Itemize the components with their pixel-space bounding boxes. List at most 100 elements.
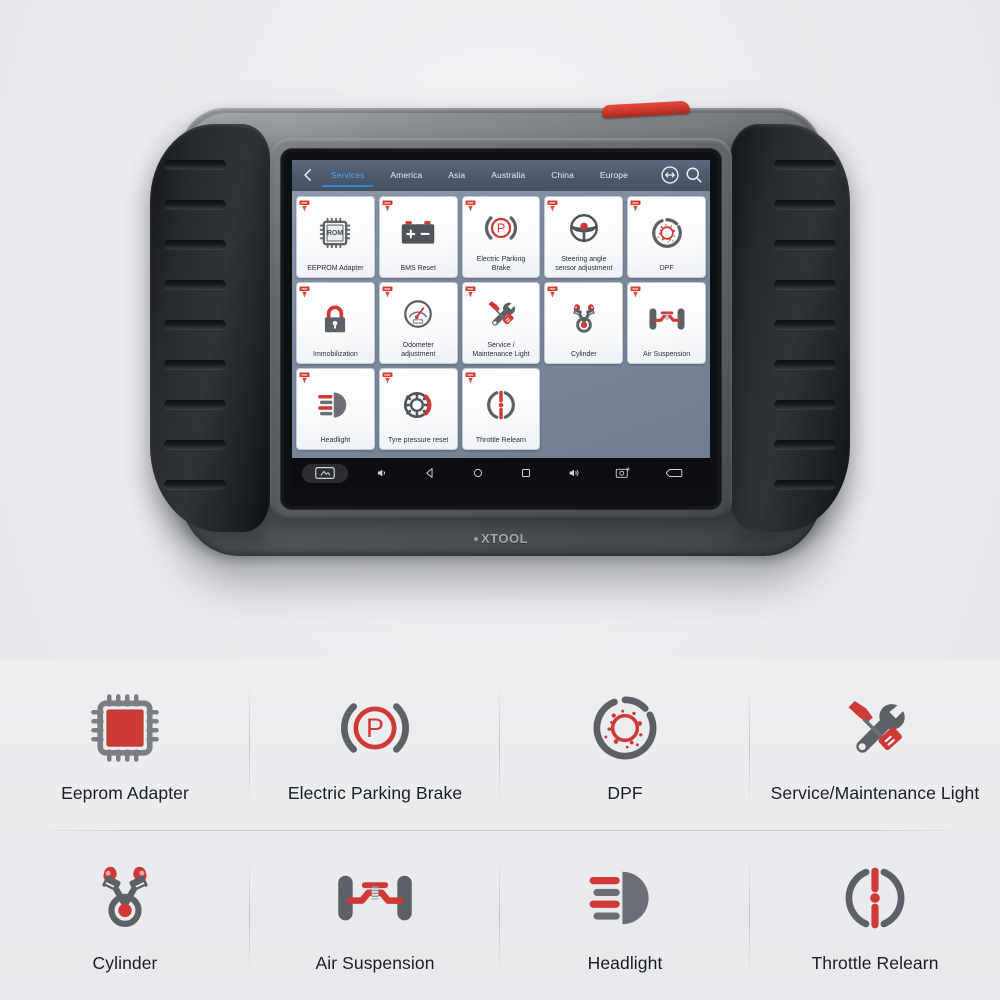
volume-down-icon[interactable] xyxy=(358,458,406,488)
pdf-badge: PDF xyxy=(547,286,558,298)
service-tile[interactable]: PDF Tyre pressure reset xyxy=(378,368,458,450)
tile-label: DPF xyxy=(659,265,674,272)
service-tile[interactable]: PDF P Electric Parking Brake xyxy=(461,196,541,278)
tablet-device: Services America Asia Australia China Europe … xyxy=(150,100,850,560)
transfer-swap-icon[interactable] xyxy=(660,165,680,185)
tab-china[interactable]: China xyxy=(538,164,587,187)
tab-australia[interactable]: Australia xyxy=(478,164,538,187)
hero-product-image: Services America Asia Australia China Europe … xyxy=(0,0,1000,660)
pdf-badge-icon: PDF xyxy=(547,199,558,212)
feature-label: Electric Parking Brake xyxy=(287,782,463,803)
service-tile[interactable]: PDF Steering angle sensor adjustment xyxy=(544,196,624,278)
tab-europe[interactable]: Europe xyxy=(587,164,641,187)
pdf-badge: PDF xyxy=(630,286,641,298)
screen-frame: Services America Asia Australia China Europe … xyxy=(281,149,721,509)
feature-label: Eeprom Adapter xyxy=(61,782,189,803)
service-tile[interactable]: PDF Headlight xyxy=(296,368,375,450)
xtool-brand-logo: XTOOL xyxy=(473,531,528,546)
search-icon[interactable] xyxy=(684,165,704,185)
feature-highlight-grid: Eeprom Adapter P Electric Parking Brake … xyxy=(0,660,1000,1000)
grip-rib xyxy=(774,400,836,409)
pdf-badge: PDF xyxy=(382,286,393,298)
tab-services[interactable]: Services xyxy=(318,164,377,187)
svg-text:PDF: PDF xyxy=(467,373,473,377)
chip-icon: ROM xyxy=(320,217,351,248)
service-tile[interactable]: PDF Throttle Relearn xyxy=(461,368,541,450)
svg-text:ROM: ROM xyxy=(327,230,343,237)
pdf-badge-icon: PDF xyxy=(465,285,476,298)
tile-label: Odometer adjustment xyxy=(401,342,436,358)
feature-icon xyxy=(583,857,667,939)
tile-label: Cylinder xyxy=(570,351,597,358)
battery-icon xyxy=(401,220,435,244)
feature-air-suspension: Air Suspension xyxy=(250,830,500,1000)
screen-bezel: Services America Asia Australia China Europe … xyxy=(270,138,732,546)
service-tile[interactable]: PDF DPF xyxy=(627,196,706,278)
grip-rib xyxy=(164,480,226,489)
feature-icon xyxy=(833,687,917,769)
wrench-screwdriver-icon xyxy=(848,700,905,753)
camera-icon[interactable] xyxy=(598,458,648,488)
grip-rib xyxy=(774,480,836,489)
feature-dpf: DPF xyxy=(500,660,750,830)
service-tile[interactable]: PDF Odometer adjustment xyxy=(378,282,458,364)
battery-icon[interactable] xyxy=(648,458,700,488)
tile-label: Throttle Relearn xyxy=(475,437,527,444)
pdf-badge-icon: PDF xyxy=(630,199,641,212)
feature-electric-parking-brake: P Electric Parking Brake xyxy=(250,660,500,830)
tab-asia[interactable]: Asia xyxy=(435,164,478,187)
pdf-badge: PDF xyxy=(299,372,310,384)
grip-rib xyxy=(164,320,226,329)
feature-service-maintenance-light: Service/Maintenance Light xyxy=(750,660,1000,830)
home-icon[interactable] xyxy=(454,458,502,488)
pdf-badge: PDF xyxy=(299,286,310,298)
service-tile[interactable]: PDF ROM EEPROM Adapter xyxy=(296,196,375,278)
grip-rib xyxy=(164,280,226,289)
feature-icon xyxy=(333,857,417,939)
recents-icon[interactable] xyxy=(502,458,550,488)
grip-rib xyxy=(774,440,836,449)
parking-brake-icon: P xyxy=(341,702,409,753)
svg-text:PDF: PDF xyxy=(302,287,308,291)
feature-label: Cylinder xyxy=(92,952,158,973)
volume-up-icon[interactable] xyxy=(550,458,598,488)
pdf-badge: PDF xyxy=(382,200,393,212)
service-tile[interactable]: PDF BMS Reset xyxy=(378,196,458,278)
chevron-left-icon[interactable] xyxy=(298,165,318,185)
back-icon[interactable] xyxy=(406,458,454,488)
svg-text:PDF: PDF xyxy=(550,201,556,205)
pdf-badge: PDF xyxy=(630,200,641,212)
feature-label: Throttle Relearn xyxy=(811,952,939,973)
pdf-badge-icon: PDF xyxy=(465,371,476,384)
svg-text:PDF: PDF xyxy=(384,201,390,205)
screenshot-pill-icon[interactable] xyxy=(302,463,348,483)
lock-icon xyxy=(325,304,346,332)
feature-label: DPF xyxy=(607,782,643,803)
grip-rib xyxy=(774,360,836,369)
tablet-screen: Services America Asia Australia China Europe … xyxy=(292,160,710,488)
feature-icon xyxy=(83,687,167,769)
service-tile[interactable]: PDF Service / Maintenance Light xyxy=(461,282,541,364)
pdf-badge-icon: PDF xyxy=(382,371,393,384)
grip-rib xyxy=(774,160,836,169)
service-tile[interactable]: PDF Immobilization xyxy=(296,282,375,364)
svg-text:PDF: PDF xyxy=(384,287,390,291)
pdf-badge-icon: PDF xyxy=(382,199,393,212)
wrench-screwdriver-icon xyxy=(488,301,516,326)
tile-label: Tyre pressure reset xyxy=(388,437,449,444)
pdf-badge: PDF xyxy=(465,372,476,384)
tyre-icon xyxy=(404,391,432,418)
dpf-filter-icon xyxy=(651,217,682,248)
service-tile[interactable]: PDF Air Suspension xyxy=(627,282,706,364)
feature-label: Air Suspension xyxy=(315,952,435,973)
headlight-icon xyxy=(318,392,347,417)
grip-rib xyxy=(164,400,226,409)
feature-label: Service/Maintenance Light xyxy=(770,782,980,803)
service-tile[interactable]: PDF Cylinder xyxy=(544,282,624,364)
tile-label: Steering angle sensor adjustment xyxy=(555,256,613,272)
grip-rib xyxy=(774,200,836,209)
svg-text:PDF: PDF xyxy=(633,287,639,291)
brand-dot-icon xyxy=(473,536,478,541)
tab-america[interactable]: America xyxy=(377,164,435,187)
pdf-badge-icon: PDF xyxy=(299,285,310,298)
